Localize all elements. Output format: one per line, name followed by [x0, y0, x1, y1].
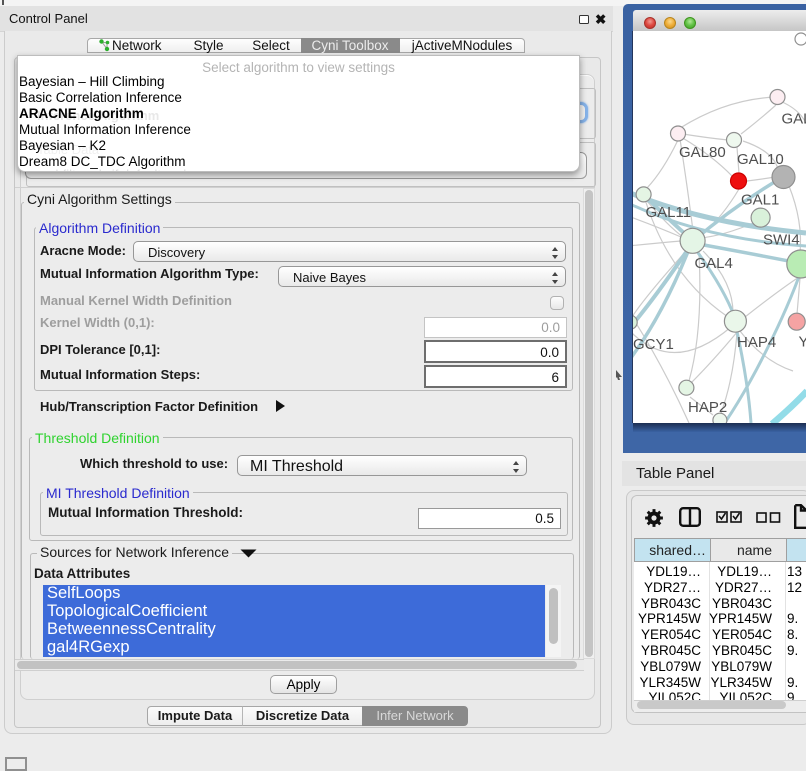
svg-text:GAL4: GAL4	[695, 255, 733, 272]
svg-text:Y: Y	[799, 333, 806, 350]
svg-text:GAL10: GAL10	[737, 151, 784, 168]
svg-text:GAL80: GAL80	[679, 144, 726, 161]
svg-text:HAP2: HAP2	[688, 399, 727, 416]
svg-text:GAL7: GAL7	[782, 110, 806, 127]
svg-text:GAL11: GAL11	[646, 204, 692, 221]
svg-text:HAP4: HAP4	[737, 334, 776, 351]
svg-text:SWI4: SWI4	[763, 231, 800, 248]
svg-text:GCY1: GCY1	[633, 336, 674, 353]
svg-text:GAL1: GAL1	[741, 191, 779, 208]
